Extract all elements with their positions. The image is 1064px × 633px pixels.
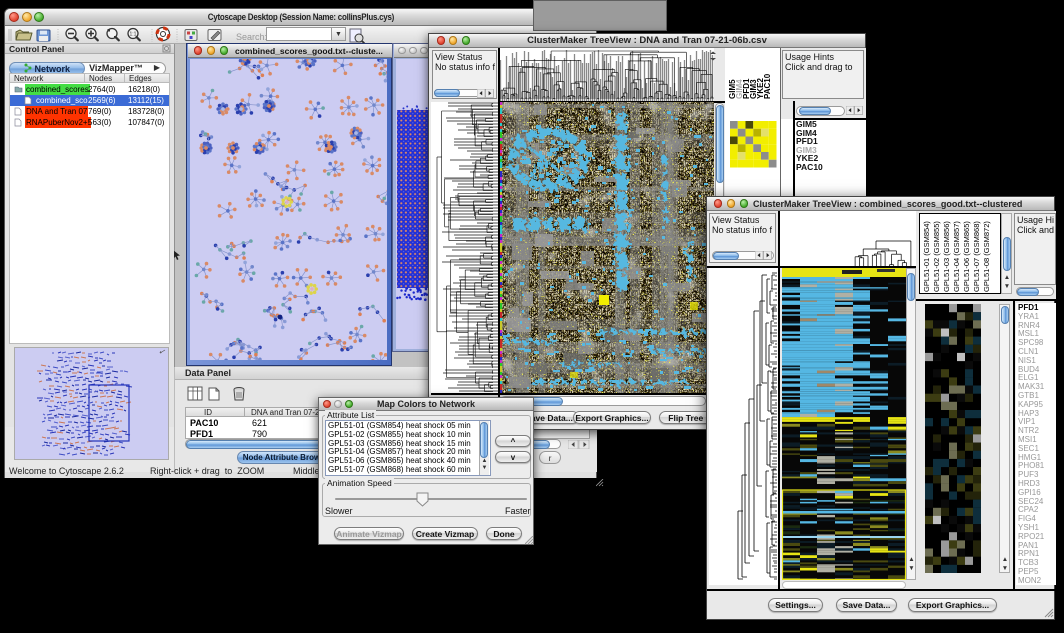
svg-text:1:1: 1:1 bbox=[130, 32, 137, 38]
